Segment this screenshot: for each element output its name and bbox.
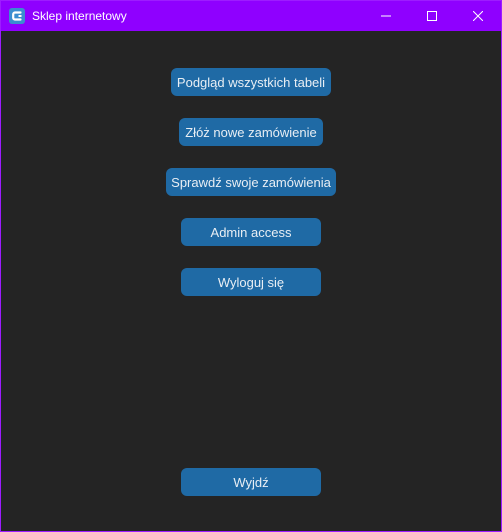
customtkinter-icon — [9, 8, 25, 24]
check-orders-button[interactable]: Sprawdź swoje zamówienia — [166, 168, 336, 196]
view-all-tables-button[interactable]: Podgląd wszystkich tabeli — [171, 68, 331, 96]
minimize-button[interactable] — [363, 1, 409, 31]
new-order-button[interactable]: Złóż nowe zamówienie — [179, 118, 323, 146]
window-title: Sklep internetowy — [32, 9, 127, 23]
app-window: Sklep internetowy Podgląd wszystkich tab… — [0, 0, 502, 532]
maximize-button[interactable] — [409, 1, 455, 31]
logout-button[interactable]: Wyloguj się — [181, 268, 321, 296]
main-content: Podgląd wszystkich tabeli Złóż nowe zamó… — [1, 31, 501, 531]
maximize-icon — [427, 11, 437, 21]
title-bar[interactable]: Sklep internetowy — [1, 1, 501, 31]
close-icon — [473, 11, 483, 21]
admin-access-button[interactable]: Admin access — [181, 218, 321, 246]
minimize-icon — [381, 15, 391, 17]
close-button[interactable] — [455, 1, 501, 31]
exit-button[interactable]: Wyjdź — [181, 468, 321, 496]
